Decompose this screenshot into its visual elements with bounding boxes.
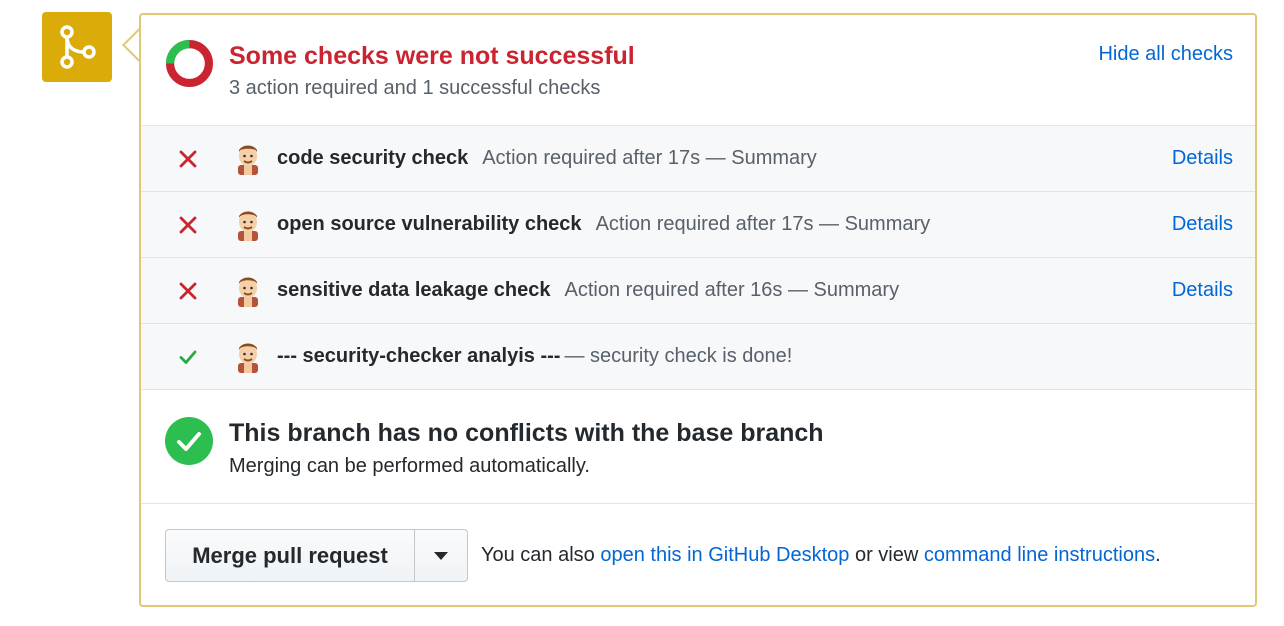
branch-status-section: This branch has no conflicts with the ba… xyxy=(141,392,1255,504)
status-donut-icon xyxy=(166,40,213,87)
x-icon xyxy=(179,282,197,300)
branch-status-subtitle: Merging can be performed automatically. xyxy=(229,455,590,477)
success-circle-icon xyxy=(165,417,213,465)
branch-status-title: This branch has no conflicts with the ba… xyxy=(229,419,824,447)
merge-actions: Merge pull request You can also open thi… xyxy=(141,504,1255,607)
x-icon xyxy=(179,216,197,234)
check-description: Action required after 17s — Summary xyxy=(595,213,931,235)
check-name: sensitive data leakage check xyxy=(277,279,551,301)
check-name: --- security-checker analyis --- xyxy=(277,345,561,367)
merge-box-panel: Some checks were not successful 3 action… xyxy=(139,13,1257,607)
note-prefix: You can also xyxy=(481,544,601,566)
bot-avatar-icon xyxy=(238,343,258,373)
x-icon xyxy=(179,150,197,168)
triangle-down-icon xyxy=(434,551,448,560)
command-line-instructions-link[interactable]: command line instructions xyxy=(924,544,1155,566)
check-name: code security check xyxy=(277,147,469,169)
checks-list: code security check Action required after… xyxy=(141,126,1255,390)
check-description: Action required after 16s — Summary xyxy=(564,279,900,301)
check-row: --- security-checker analyis --- — securi… xyxy=(141,324,1255,390)
check-row: code security check Action required after… xyxy=(141,126,1255,192)
merge-button-group: Merge pull request xyxy=(165,529,468,582)
check-description: — security check is done! xyxy=(564,345,793,367)
checks-summary-header: Some checks were not successful 3 action… xyxy=(141,15,1255,126)
bot-avatar-icon xyxy=(238,211,258,241)
merge-options-dropdown[interactable] xyxy=(415,529,468,582)
merge-pull-request-button[interactable]: Merge pull request xyxy=(165,529,415,582)
check-row: open source vulnerability check Action re… xyxy=(141,192,1255,258)
note-middle: or view xyxy=(849,544,924,566)
check-name: open source vulnerability check xyxy=(277,213,582,235)
merge-alternatives-note: You can also open this in GitHub Desktop… xyxy=(481,544,1161,567)
hide-all-checks-link[interactable]: Hide all checks xyxy=(1098,43,1233,66)
check-row: sensitive data leakage check Action requi… xyxy=(141,258,1255,324)
details-link[interactable]: Details xyxy=(1172,213,1233,236)
check-icon xyxy=(179,350,197,364)
git-merge-icon xyxy=(60,25,96,69)
details-link[interactable]: Details xyxy=(1172,147,1233,170)
check-description: Action required after 17s — Summary xyxy=(482,147,817,169)
checks-summary-subtitle: 3 action required and 1 successful check… xyxy=(229,77,601,99)
details-link[interactable]: Details xyxy=(1172,279,1233,302)
bot-avatar-icon xyxy=(238,277,258,307)
open-github-desktop-link[interactable]: open this in GitHub Desktop xyxy=(600,544,849,566)
bot-avatar-icon xyxy=(238,145,258,175)
merge-status-icon-box xyxy=(42,12,112,82)
note-suffix: . xyxy=(1155,544,1161,566)
checks-summary-title: Some checks were not successful xyxy=(229,42,635,70)
